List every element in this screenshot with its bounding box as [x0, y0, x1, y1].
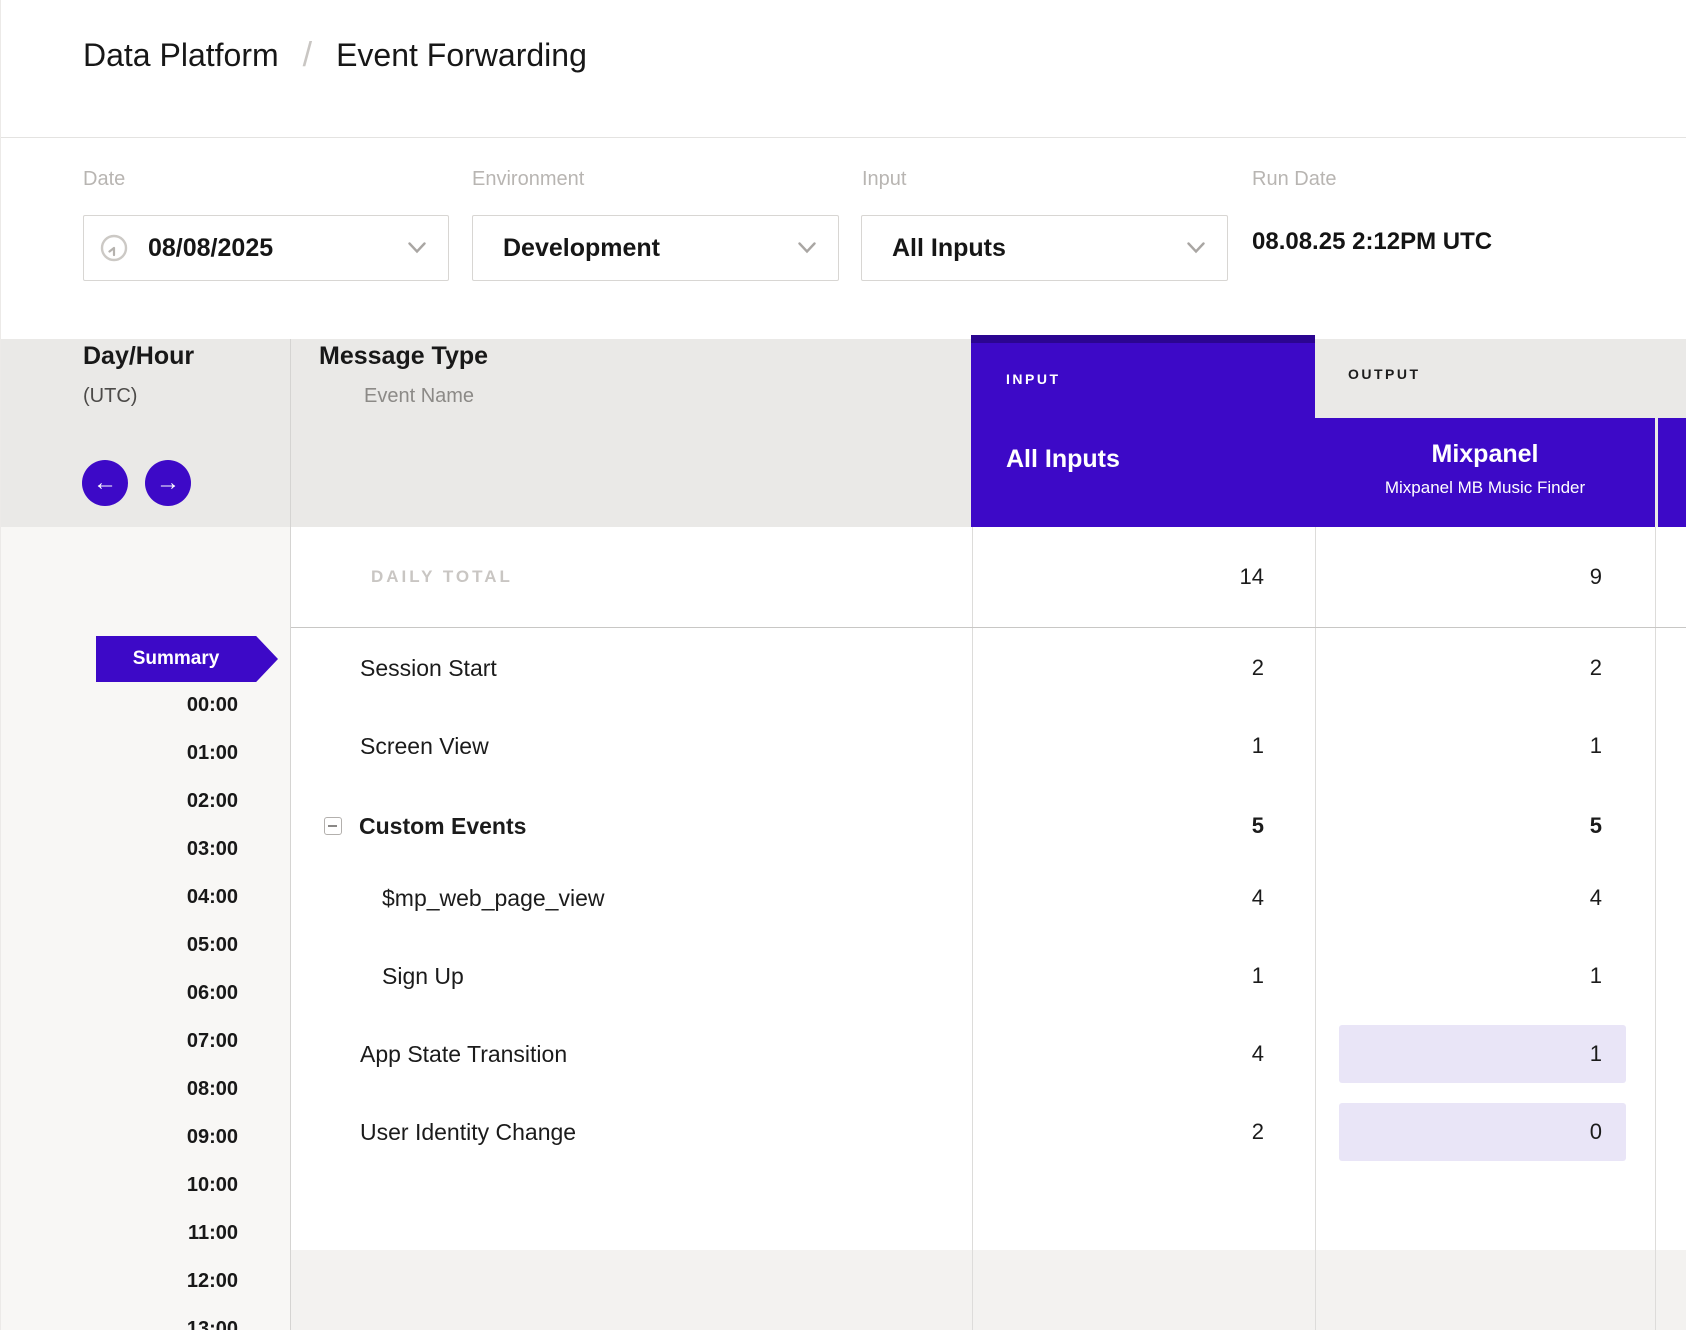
- hour-cell[interactable]: 02:00: [1, 777, 238, 825]
- hour-cell[interactable]: 06:00: [1, 969, 238, 1017]
- hour-cell[interactable]: 11:00: [1, 1209, 238, 1257]
- hour-cell[interactable]: 05:00: [1, 921, 238, 969]
- output-value-cell: 1: [1339, 947, 1626, 1005]
- environment-value: Development: [503, 234, 660, 263]
- previous-day-button[interactable]: ←: [82, 460, 128, 506]
- output-column-subtitle: Mixpanel MB Music Finder: [1315, 478, 1655, 498]
- output-value-cell: 2: [1339, 639, 1626, 697]
- environment-filter-label: Environment: [472, 168, 584, 191]
- input-section-label: INPUT: [1006, 371, 1061, 387]
- input-column-header: INPUT All Inputs: [971, 335, 1315, 527]
- input-value-cell: 2: [1064, 629, 1264, 707]
- arrow-left-icon: ←: [93, 469, 117, 496]
- table-row: Session Start 2 2: [291, 629, 1686, 707]
- breadcrumb-section-link[interactable]: Data Platform: [83, 37, 279, 74]
- run-date-value: 08.08.25 2:12PM UTC: [1252, 228, 1492, 256]
- hour-cell[interactable]: 09:00: [1, 1113, 238, 1161]
- table-row: Custom Events 5 5: [291, 787, 1686, 865]
- date-filter-label: Date: [83, 168, 125, 191]
- input-select[interactable]: All Inputs: [861, 215, 1228, 281]
- output-value-cell: 5: [1339, 797, 1626, 855]
- hour-cell[interactable]: 08:00: [1, 1065, 238, 1113]
- breadcrumb: Data Platform / Event Forwarding: [83, 36, 587, 75]
- hour-list: 00:0001:0002:0003:0004:0005:0006:0007:00…: [1, 681, 238, 1330]
- input-value-cell: 1: [1064, 937, 1264, 1015]
- date-picker[interactable]: 08/08/2025: [83, 215, 449, 281]
- table-row: $mp_web_page_view 4 4: [291, 859, 1686, 937]
- arrow-right-icon: →: [156, 469, 180, 496]
- environment-select[interactable]: Development: [472, 215, 839, 281]
- hour-cell[interactable]: 03:00: [1, 825, 238, 873]
- output-column-header-mixpanel: Mixpanel Mixpanel MB Music Finder: [1315, 418, 1655, 527]
- input-value-cell: 2: [1064, 1093, 1264, 1171]
- output-value-cell: 0: [1339, 1103, 1626, 1161]
- summary-tab[interactable]: Summary: [96, 636, 278, 682]
- input-column-title: All Inputs: [1006, 445, 1120, 474]
- output-column-header-next-partial: [1658, 418, 1686, 527]
- input-value: All Inputs: [892, 234, 1006, 263]
- output-value-cell: 4: [1339, 869, 1626, 927]
- daily-total-input-value: 14: [1064, 527, 1264, 627]
- table-row: App State Transition 4 1: [291, 1015, 1686, 1093]
- table-row: Screen View 1 1: [291, 707, 1686, 785]
- event-name: Session Start: [360, 629, 497, 707]
- output-section-label: OUTPUT: [1348, 366, 1421, 382]
- hour-cell[interactable]: 13:00: [1, 1305, 238, 1330]
- message-type-column-subtitle: Event Name: [364, 385, 474, 408]
- event-name: User Identity Change: [360, 1093, 576, 1171]
- page: Data Platform / Event Forwarding Date En…: [0, 0, 1686, 1330]
- day-hour-column-title: Day/Hour: [83, 342, 194, 371]
- output-column-title: Mixpanel: [1315, 440, 1655, 469]
- event-name: App State Transition: [360, 1015, 567, 1093]
- message-type-column-title: Message Type: [319, 342, 488, 371]
- input-value-cell: 4: [1064, 1015, 1264, 1093]
- event-name: Sign Up: [382, 937, 464, 1015]
- header-divider: [1, 137, 1686, 138]
- date-value: 08/08/2025: [148, 234, 273, 263]
- output-value-cell: 1: [1339, 717, 1626, 775]
- collapse-icon[interactable]: [324, 817, 342, 835]
- hour-cell[interactable]: 10:00: [1, 1161, 238, 1209]
- input-value-cell: 4: [1064, 859, 1264, 937]
- event-name: $mp_web_page_view: [382, 859, 605, 937]
- run-date-label: Run Date: [1252, 168, 1337, 191]
- table-footer-area: [291, 1250, 1686, 1330]
- input-value-cell: 5: [1064, 787, 1264, 865]
- day-hour-column-subtitle: (UTC): [83, 385, 137, 408]
- daily-total-row: DAILY TOTAL 14 9: [291, 527, 1686, 627]
- chevron-down-icon: [1187, 242, 1205, 254]
- hour-cell[interactable]: 00:00: [1, 681, 238, 729]
- input-filter-label: Input: [862, 168, 906, 191]
- breadcrumb-current-page[interactable]: Event Forwarding: [336, 37, 587, 74]
- event-name: Custom Events: [359, 787, 526, 865]
- input-value-cell: 1: [1064, 707, 1264, 785]
- table-row: Sign Up 1 1: [291, 937, 1686, 1015]
- hour-cell[interactable]: 07:00: [1, 1017, 238, 1065]
- daily-total-divider: [291, 627, 1686, 628]
- event-name: Screen View: [360, 707, 489, 785]
- clock-icon: [100, 234, 128, 262]
- hour-cell[interactable]: 04:00: [1, 873, 238, 921]
- daily-total-output-value: 9: [1402, 527, 1602, 627]
- hour-cell[interactable]: 12:00: [1, 1257, 238, 1305]
- daily-total-label: DAILY TOTAL: [371, 527, 513, 627]
- table-row: User Identity Change 2 0: [291, 1093, 1686, 1171]
- chevron-down-icon: [798, 242, 816, 254]
- chevron-down-icon: [408, 242, 426, 254]
- hour-cell[interactable]: 01:00: [1, 729, 238, 777]
- next-day-button[interactable]: →: [145, 460, 191, 506]
- breadcrumb-separator: /: [303, 36, 312, 75]
- output-value-cell: 1: [1339, 1025, 1626, 1083]
